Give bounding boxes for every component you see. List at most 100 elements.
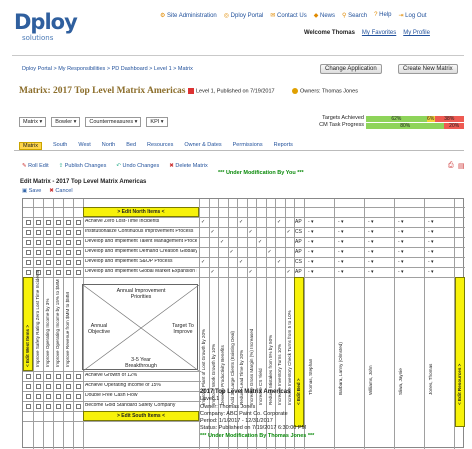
north-check-mark[interactable]: ✓ (201, 219, 205, 225)
resource-select[interactable]: - ▾ (428, 229, 434, 235)
south-checkbox[interactable] (55, 403, 61, 409)
south-checkbox[interactable] (75, 383, 81, 389)
north-check-mark[interactable]: ✓ (258, 239, 262, 245)
north-checkbox[interactable] (65, 239, 71, 245)
resource-select[interactable]: - ▾ (308, 239, 314, 245)
south-checkbox[interactable] (45, 403, 51, 409)
north-check-mark[interactable]: ✓ (277, 219, 281, 225)
south-checkbox[interactable] (75, 403, 81, 409)
resource-select[interactable]: - ▾ (398, 249, 404, 255)
north-checkbox[interactable] (45, 269, 51, 275)
tab-resources[interactable]: Resources (147, 142, 173, 150)
resource-select[interactable]: - ▾ (398, 229, 404, 235)
north-check-mark[interactable]: ✓ (211, 269, 215, 275)
north-code-select[interactable]: AP (295, 249, 302, 255)
north-checkbox[interactable] (55, 219, 61, 225)
resource-select[interactable]: - ▾ (338, 229, 344, 235)
north-checkbox[interactable] (75, 269, 81, 275)
north-check-mark[interactable]: ✓ (201, 259, 205, 265)
south-checkbox[interactable] (65, 393, 71, 399)
north-checkbox[interactable] (25, 259, 31, 265)
south-checkbox[interactable] (35, 373, 41, 379)
north-checkbox[interactable] (35, 239, 41, 245)
north-check-mark[interactable]: ✓ (239, 219, 243, 225)
resource-select[interactable]: - ▾ (338, 239, 344, 245)
north-checkbox[interactable] (35, 219, 41, 225)
countermeasures-dropdown[interactable]: Countermeasures ▾ (85, 117, 142, 127)
south-checkbox[interactable] (35, 393, 41, 399)
north-checkbox[interactable] (45, 249, 51, 255)
resource-select[interactable]: - ▾ (428, 219, 434, 225)
logout-link[interactable]: ⇥ Log Out (398, 12, 426, 19)
south-checkbox[interactable] (55, 383, 61, 389)
south-checkbox[interactable] (65, 383, 71, 389)
south-checkbox[interactable] (55, 393, 61, 399)
resource-select[interactable]: - ▾ (308, 269, 314, 275)
north-checkbox[interactable] (55, 239, 61, 245)
north-check-mark[interactable]: ✓ (268, 249, 272, 255)
resource-select[interactable]: - ▾ (368, 259, 374, 265)
create-new-matrix-button[interactable]: Create New Matrix (398, 64, 458, 74)
north-checkbox[interactable] (25, 219, 31, 225)
resource-select[interactable]: - ▾ (398, 269, 404, 275)
edit-north-items-button[interactable]: > Edit North Items < (83, 207, 199, 217)
tab-north[interactable]: North (102, 142, 115, 150)
profile-link[interactable]: My Profile (403, 30, 430, 36)
resource-select[interactable]: - ▾ (368, 219, 374, 225)
south-checkbox[interactable] (25, 373, 31, 379)
resource-select[interactable]: - ▾ (338, 249, 344, 255)
north-checkbox[interactable] (55, 259, 61, 265)
resource-select[interactable]: - ▾ (338, 219, 344, 225)
south-checkbox[interactable] (45, 393, 51, 399)
undo-changes-action[interactable]: ↶ Undo Changes (116, 163, 159, 169)
north-checkbox[interactable] (75, 249, 81, 255)
north-checkbox[interactable] (45, 219, 51, 225)
north-code-select[interactable]: AP (295, 219, 302, 225)
cancel-link[interactable]: ✖ Cancel (49, 188, 72, 194)
resource-select[interactable]: - ▾ (428, 239, 434, 245)
north-code-select[interactable]: CS (295, 229, 302, 235)
resource-select[interactable]: - ▾ (308, 219, 314, 225)
tab-bed[interactable]: Bed (126, 142, 136, 150)
news-link[interactable]: ◆ News (314, 12, 335, 19)
north-checkbox[interactable] (25, 239, 31, 245)
north-checkbox[interactable] (35, 259, 41, 265)
tab-permissions[interactable]: Permissions (233, 142, 263, 150)
north-check-mark[interactable]: ✓ (287, 269, 291, 275)
tab-reports[interactable]: Reports (274, 142, 293, 150)
resource-select[interactable]: - ▾ (398, 219, 404, 225)
north-checkbox[interactable] (75, 219, 81, 225)
north-checkbox[interactable] (35, 229, 41, 235)
south-checkbox[interactable] (45, 383, 51, 389)
north-checkbox[interactable] (45, 239, 51, 245)
contact-link[interactable]: ✉ Contact Us (270, 12, 306, 19)
north-checkbox[interactable] (75, 239, 81, 245)
north-check-mark[interactable]: ✓ (211, 229, 215, 235)
resource-select[interactable]: - ▾ (338, 269, 344, 275)
resource-select[interactable]: - ▾ (308, 259, 314, 265)
north-code-select[interactable]: AP (295, 269, 302, 275)
south-checkbox[interactable] (75, 393, 81, 399)
north-checkbox[interactable] (25, 229, 31, 235)
kpi-dropdown[interactable]: KPI ▾ (146, 117, 168, 127)
south-checkbox[interactable] (45, 373, 51, 379)
breadcrumb[interactable]: Dploy Portal > My Responsibilities > PD … (22, 66, 193, 72)
resource-select[interactable]: - ▾ (308, 229, 314, 235)
bowler-dropdown[interactable]: Bowler ▾ (51, 117, 81, 127)
resource-select[interactable]: - ▾ (368, 229, 374, 235)
resource-select[interactable]: - ▾ (368, 269, 374, 275)
edit-south-items-button[interactable]: > Edit South Items < (83, 411, 199, 421)
favorites-link[interactable]: My Favorites (362, 30, 396, 36)
north-checkbox[interactable] (65, 229, 71, 235)
south-checkbox[interactable] (65, 373, 71, 379)
publish-changes-action[interactable]: ⇪ Publish Changes (59, 163, 107, 169)
north-check-mark[interactable]: ✓ (249, 229, 253, 235)
north-check-mark[interactable]: ✓ (220, 239, 224, 245)
north-check-mark[interactable]: ✓ (249, 269, 253, 275)
south-checkbox[interactable] (25, 393, 31, 399)
north-checkbox[interactable] (75, 229, 81, 235)
south-checkbox[interactable] (55, 373, 61, 379)
north-checkbox[interactable] (65, 219, 71, 225)
south-checkbox[interactable] (25, 403, 31, 409)
south-checkbox[interactable] (35, 383, 41, 389)
